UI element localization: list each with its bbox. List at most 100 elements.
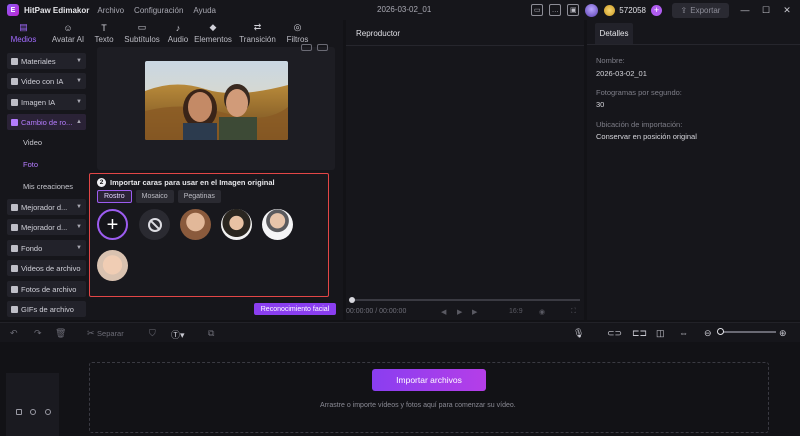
- music-icon: ♪: [175, 23, 181, 33]
- sidebar-item-mejorador-2[interactable]: Mejorador d... ▼: [7, 219, 86, 235]
- sidebar-item-fondo[interactable]: Fondo ▼: [7, 240, 86, 256]
- no-face-button[interactable]: [139, 209, 170, 240]
- link-icon[interactable]: ⊂⊃: [607, 328, 622, 339]
- sidebar-item-label: Mejorador d...: [21, 202, 68, 212]
- sidebar-item-cambio-rostro[interactable]: Cambio de ro... ▲: [7, 114, 86, 130]
- tab-detalles[interactable]: Detalles: [595, 23, 633, 44]
- screen-icon[interactable]: ▭: [531, 4, 544, 16]
- delete-icon[interactable]: [317, 44, 328, 51]
- tab-label: Texto: [94, 35, 114, 44]
- text-tool-icon[interactable]: Ⓣ▾: [171, 328, 185, 341]
- tab-transicion[interactable]: ⇄ Transición: [235, 20, 280, 47]
- maximize-icon[interactable]: ☐: [761, 5, 771, 15]
- minimize-icon[interactable]: —: [740, 5, 750, 15]
- add-credits-button[interactable]: +: [651, 4, 662, 16]
- next-frame-icon[interactable]: ▶: [472, 308, 477, 316]
- sidebar-item-label: Materiales: [21, 56, 56, 66]
- snapshot-icon[interactable]: ◉: [539, 308, 545, 316]
- elements-icon: ◆: [209, 22, 217, 32]
- user-avatar[interactable]: [585, 3, 599, 17]
- track-settings-icon[interactable]: [16, 409, 22, 415]
- play-icon[interactable]: ▶: [457, 308, 462, 316]
- tab-mosaico[interactable]: Mosaico: [135, 190, 174, 203]
- sidebar-item-videos-archivo[interactable]: Videos de archivo: [7, 260, 86, 276]
- tab-subtitulos[interactable]: ▭ Subtítulos: [119, 20, 165, 47]
- face-import-panel: 2 Importar caras para usar en el Imagen …: [89, 173, 329, 297]
- microphone-icon[interactable]: 🎙: [573, 328, 584, 339]
- scrubber-handle[interactable]: [349, 297, 355, 303]
- tab-label: Medios: [10, 35, 37, 44]
- shield-icon[interactable]: ⛉: [149, 328, 156, 339]
- menu-archivo[interactable]: Archivo: [97, 6, 124, 15]
- divider: [346, 45, 584, 46]
- tab-elementos[interactable]: ◆ Elementos: [191, 20, 235, 47]
- redo-icon[interactable]: ↷: [34, 328, 42, 339]
- sidebar-subitem-mis-creaciones[interactable]: Mis creaciones: [23, 182, 73, 191]
- tab-medios[interactable]: ▤ Medios: [0, 20, 47, 47]
- face-recognition-button[interactable]: Reconocimiento facial: [254, 303, 336, 315]
- folder-icon: ▤: [19, 22, 28, 32]
- sidebar-subitem-video[interactable]: Video: [23, 138, 42, 147]
- coin-icon: [604, 4, 616, 16]
- enhance-icon: [11, 203, 18, 211]
- zoom-slider-handle[interactable]: [717, 328, 724, 335]
- tab-label: Elementos: [194, 35, 232, 44]
- tab-texto[interactable]: T Texto: [89, 20, 119, 47]
- zoom-slider[interactable]: [718, 331, 776, 333]
- tab-audio[interactable]: ♪ Audio: [165, 20, 191, 47]
- trash-icon[interactable]: 🗑: [55, 328, 66, 339]
- undo-icon[interactable]: ↶: [10, 328, 18, 339]
- chevron-down-icon: ▼: [76, 78, 82, 84]
- add-face-button[interactable]: +: [97, 209, 128, 240]
- tab-pegatinas[interactable]: Pegatinas: [177, 190, 221, 203]
- aspect-ratio[interactable]: 16:9: [509, 308, 523, 315]
- chevron-down-icon: ▼: [76, 58, 82, 64]
- sidebar-item-video-ia[interactable]: Video con IA ▼: [7, 73, 86, 89]
- sidebar-item-mejorador-1[interactable]: Mejorador d... ▼: [7, 199, 86, 215]
- face-option-1[interactable]: [180, 209, 211, 240]
- export-button[interactable]: ⇪ Exportar: [672, 2, 729, 18]
- fit-icon[interactable]: ⇔: [679, 328, 688, 338]
- import-files-button[interactable]: Importar archivos: [372, 369, 486, 391]
- video-icon: [11, 77, 18, 85]
- project-title: 2026-03-02_01: [377, 5, 432, 14]
- timeline-toolbar: ↶ ↷ 🗑 ✂ Separar ⛉ Ⓣ▾ ⧉ 🎙 ⊂⊃ ⊏⊐ ◫ ⇔ ⊖ ⊕: [0, 322, 800, 342]
- text-icon: T: [101, 23, 107, 33]
- split-button[interactable]: ✂ Separar: [87, 328, 124, 339]
- fullscreen-icon[interactable]: ⛶: [571, 308, 576, 316]
- replace-icon[interactable]: [301, 44, 312, 51]
- prev-frame-icon[interactable]: ◀: [441, 308, 446, 316]
- sidebar-subitem-foto[interactable]: Foto: [23, 160, 38, 169]
- sidebar-item-materiales[interactable]: Materiales ▼: [7, 53, 86, 69]
- import-location-value: Conservar en posición original: [596, 132, 697, 141]
- menu-configuracion[interactable]: Configuración: [134, 6, 183, 15]
- zoom-out-icon[interactable]: ⊖: [704, 328, 712, 339]
- track-controls: [6, 373, 59, 436]
- media-tabs: ▤ Medios ☺ Avatar AI T Texto ▭ Subtítulo…: [0, 20, 343, 47]
- sidebar-item-fotos-archivo[interactable]: Fotos de archivo: [7, 281, 86, 297]
- sidebar-item-gifs-archivo[interactable]: GIFs de archivo: [7, 301, 86, 317]
- lock-icon[interactable]: [45, 409, 51, 415]
- tab-filtros[interactable]: ◎ Filtros: [280, 20, 315, 47]
- chevron-down-icon: ▼: [76, 204, 82, 210]
- face-option-2[interactable]: [221, 209, 252, 240]
- chevron-down-icon: ▼: [76, 245, 82, 251]
- sidebar-item-imagen-ia[interactable]: Imagen IA ▼: [7, 94, 86, 110]
- snap-icon[interactable]: ⊏⊐: [632, 328, 647, 339]
- menu-ayuda[interactable]: Ayuda: [193, 6, 216, 15]
- player-title: Reproductor: [356, 29, 401, 38]
- tab-rostro[interactable]: Rostro: [97, 190, 132, 203]
- magnet-icon[interactable]: ◫: [656, 328, 665, 339]
- message-icon[interactable]: …: [549, 4, 562, 16]
- tab-avatar-ai[interactable]: ☺ Avatar AI: [47, 20, 89, 47]
- gift-icon[interactable]: ▣: [567, 4, 580, 16]
- face-option-4[interactable]: [97, 250, 128, 281]
- player-scrubber[interactable]: [351, 299, 580, 301]
- eye-icon[interactable]: [30, 409, 36, 415]
- close-icon[interactable]: ✕: [782, 5, 792, 15]
- export-label: Exportar: [690, 5, 721, 15]
- sidebar-item-label: Mejorador d...: [21, 222, 68, 232]
- crop-icon[interactable]: ⧉: [208, 328, 214, 339]
- face-option-3[interactable]: [262, 209, 293, 240]
- zoom-in-icon[interactable]: ⊕: [779, 328, 787, 339]
